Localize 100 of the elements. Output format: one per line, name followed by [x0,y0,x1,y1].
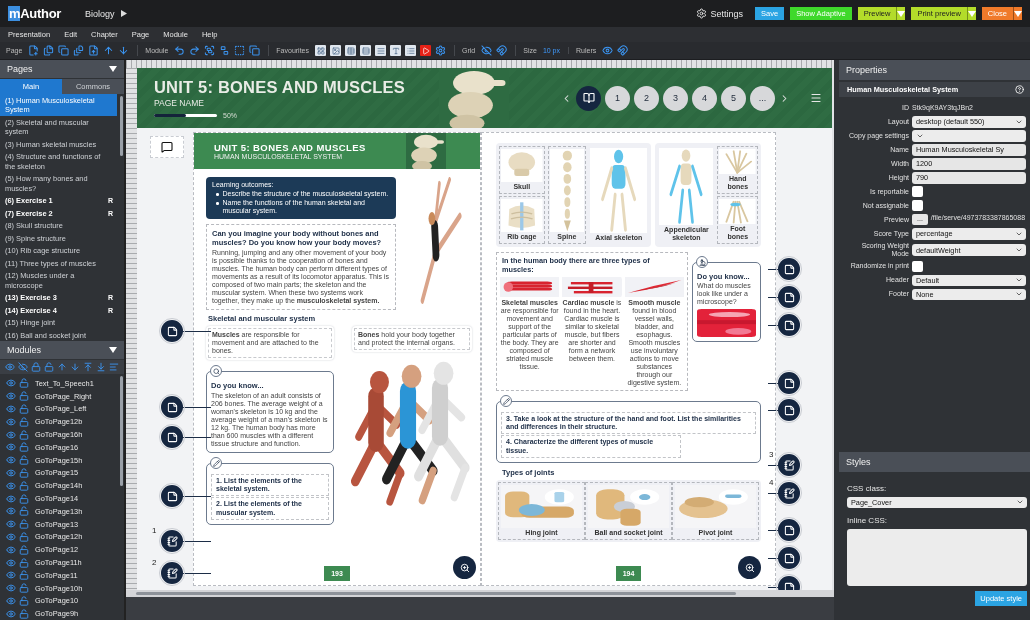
unlock-icon[interactable] [19,455,29,466]
scrollbar[interactable] [120,96,123,156]
eye-icon[interactable] [6,557,16,568]
scrollbar[interactable] [120,376,123,486]
table-module-button[interactable] [345,45,356,56]
unlock-icon[interactable] [19,583,29,594]
page-button[interactable]: ... [750,85,775,111]
note-button[interactable] [161,320,183,342]
unlock-icon[interactable] [19,378,29,389]
copy-icon[interactable] [249,45,261,56]
lines-module-button[interactable] [375,45,386,56]
unlock-icon[interactable] [19,467,29,478]
magnet-icon[interactable] [617,45,629,56]
page-button[interactable]: 3 [663,85,688,111]
help-icon[interactable] [1015,85,1024,94]
eye-icon[interactable] [6,455,16,466]
rows-module-button[interactable] [360,45,371,56]
module-handle[interactable] [150,136,184,158]
select-field[interactable] [912,130,1026,142]
unlock-icon[interactable] [19,557,29,568]
eye-icon[interactable] [5,362,15,372]
menu-icon[interactable] [810,92,822,104]
page-button[interactable]: 2 [634,85,659,111]
video-module-button[interactable] [420,45,431,56]
checkbox[interactable] [912,186,923,198]
note-button[interactable] [161,426,183,448]
page-upload-icon[interactable] [88,45,100,56]
text-module-button[interactable] [390,45,401,56]
collapse-icon[interactable] [109,347,117,353]
zoom-button[interactable] [738,556,761,579]
arrow-down-icon[interactable] [118,45,130,56]
unlock-icon[interactable] [19,493,29,504]
eye-icon[interactable] [6,467,16,478]
undo-icon[interactable] [174,45,186,56]
lock-icon[interactable] [31,362,41,372]
grid-module-button[interactable] [315,45,326,56]
unlock-icon[interactable] [19,391,29,402]
pages-icon[interactable] [43,45,55,56]
unlock-icon[interactable] [19,608,29,619]
page-button[interactable]: 1 [605,85,630,111]
list-module-button[interactable] [405,45,416,56]
unlock-icon[interactable] [19,570,29,581]
image-module-button[interactable] [330,45,341,56]
expand-icon[interactable] [120,10,127,17]
eye-off-icon[interactable] [481,45,493,56]
note-button[interactable] [778,372,800,394]
copy-icon[interactable] [58,45,70,56]
scrollbar[interactable] [136,592,736,595]
page-button[interactable]: 5 [721,85,746,111]
collapse-icon[interactable] [109,66,117,72]
note-button[interactable] [161,396,183,418]
unlock-icon[interactable] [44,362,54,372]
ungroup-icon[interactable] [219,45,231,56]
eye-icon[interactable] [6,519,16,530]
eye-icon[interactable] [6,378,16,389]
zoom-button[interactable] [453,556,476,579]
note-button[interactable] [778,547,800,569]
arrow-up-icon[interactable] [103,45,115,56]
unlock-icon[interactable] [19,404,29,414]
unlock-icon[interactable] [19,544,29,555]
checkbox[interactable] [912,260,923,272]
eye-icon[interactable] [6,544,16,555]
eye-icon[interactable] [6,493,16,504]
note-button[interactable] [778,258,800,280]
eye-icon[interactable] [6,583,16,594]
new-page-icon[interactable] [28,45,40,56]
eye-icon[interactable] [6,391,16,402]
arrow-to-bottom-icon[interactable] [96,362,106,372]
group-icon[interactable] [204,45,216,56]
dashed-square-icon[interactable] [234,45,246,56]
note-button[interactable] [778,399,800,421]
arrow-down-icon[interactable] [70,362,80,372]
unlock-icon[interactable] [19,531,29,542]
unlock-icon[interactable] [19,595,29,606]
magnet-icon[interactable] [496,45,508,56]
unlock-icon[interactable] [19,429,29,440]
arrow-to-top-icon[interactable] [83,362,93,372]
eye-icon[interactable] [6,531,16,542]
page-button[interactable]: 4 [692,85,717,111]
eye-icon[interactable] [6,442,16,453]
eye-icon[interactable] [6,608,16,619]
eye-icon[interactable] [6,416,16,427]
note-button[interactable] [778,286,800,308]
eye-icon[interactable] [6,570,16,581]
eye-off-icon[interactable] [18,362,28,372]
unlock-icon[interactable] [19,506,29,517]
note-button[interactable] [778,519,800,541]
unlock-icon[interactable] [19,519,29,530]
arrow-up-icon[interactable] [57,362,67,372]
contents-button[interactable] [576,85,601,111]
note-button[interactable] [778,314,800,336]
settings-icon[interactable] [435,45,446,56]
page-stack-icon[interactable] [73,45,85,56]
eye-icon[interactable] [6,480,16,491]
note-button[interactable] [161,485,183,507]
eye-icon[interactable] [6,506,16,517]
unlock-icon[interactable] [19,416,29,427]
align-icon[interactable] [109,362,119,372]
eye-icon[interactable] [6,595,16,606]
eye-icon[interactable] [6,429,16,440]
